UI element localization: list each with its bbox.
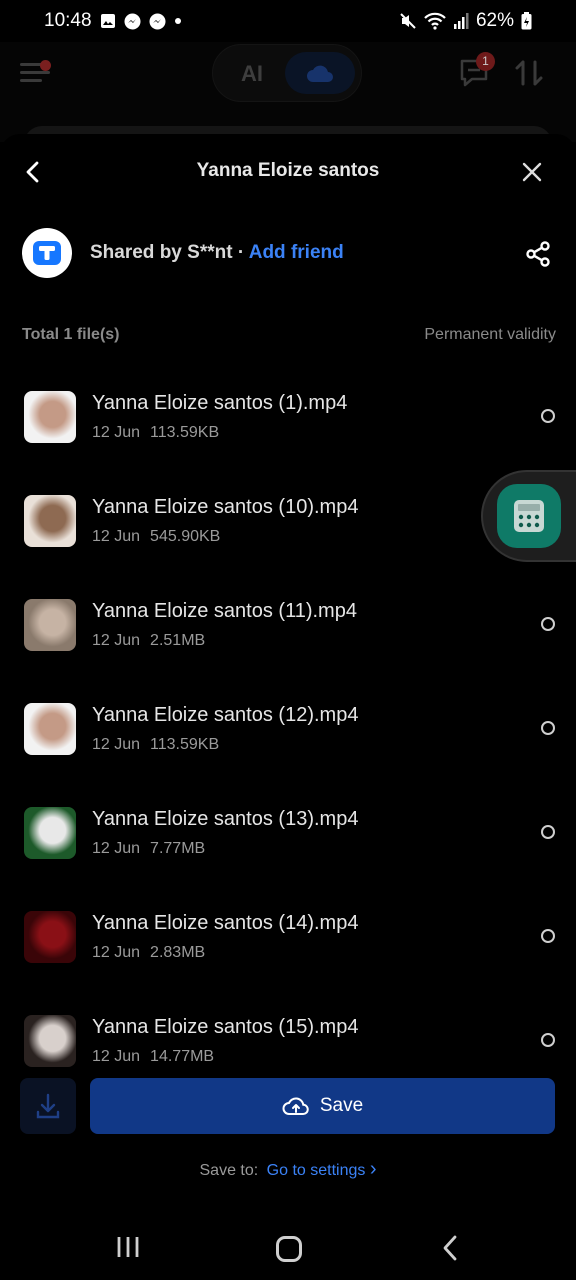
messenger-icon <box>149 13 166 29</box>
status-left: 10:48 <box>44 10 182 32</box>
save-button-label: Save <box>319 1095 364 1116</box>
select-radio[interactable] <box>541 617 555 631</box>
file-name: Yanna Eloize santos (15).mp4 <box>92 1016 359 1038</box>
select-radio[interactable] <box>541 721 555 735</box>
file-thumbnail <box>24 807 76 859</box>
file-meta: 12 Jun 2.83MB <box>92 944 205 962</box>
mode-toggle: AI <box>212 44 362 102</box>
floating-widget-button[interactable] <box>497 484 561 548</box>
home-icon[interactable] <box>276 1236 302 1262</box>
status-time: 10:48 <box>44 10 92 31</box>
chevron-right-icon: › <box>369 1158 377 1180</box>
notification-dot <box>40 60 51 71</box>
file-list: Yanna Eloize santos (1).mp4 12 Jun 113.59K… <box>0 364 576 1072</box>
file-date: 12 Jun <box>92 944 141 961</box>
file-thumbnail <box>24 703 76 755</box>
select-radio[interactable] <box>541 1033 555 1047</box>
file-meta: 12 Jun 7.77MB <box>92 840 205 858</box>
recents-icon[interactable] <box>116 1236 140 1258</box>
select-radio[interactable] <box>541 825 555 839</box>
file-meta: 12 Jun 2.51MB <box>92 632 205 650</box>
file-name: Yanna Eloize santos (13).mp4 <box>92 808 359 830</box>
file-date: 12 Jun <box>92 632 141 649</box>
file-size: 2.83MB <box>150 944 206 961</box>
nav-back-icon[interactable] <box>440 1234 460 1262</box>
download-icon <box>36 1093 60 1119</box>
file-size: 7.77MB <box>150 840 206 857</box>
file-meta: 12 Jun 545.90KB <box>92 528 220 546</box>
file-name: Yanna Eloize santos (14).mp4 <box>92 912 359 934</box>
file-date: 12 Jun <box>92 528 141 545</box>
file-thumbnail <box>24 599 76 651</box>
mode-cloud <box>285 52 355 94</box>
file-thumbnail <box>24 911 76 963</box>
go-to-settings-label: Go to settings <box>266 1162 366 1179</box>
file-date: 12 Jun <box>92 736 141 753</box>
file-row[interactable]: Yanna Eloize santos (14).mp4 12 Jun 2.83MB <box>0 884 576 988</box>
file-name: Yanna Eloize santos (12).mp4 <box>92 704 359 726</box>
sort-icon <box>515 60 543 86</box>
status-bar: 10:48 62% <box>0 0 576 42</box>
file-row[interactable]: Yanna Eloize santos (13).mp4 12 Jun 7.77MB <box>0 780 576 884</box>
signal-icon <box>453 13 469 29</box>
file-thumbnail <box>24 495 76 547</box>
system-nav-bar <box>0 1214 576 1280</box>
dot-icon <box>174 18 181 24</box>
status-right: 62% <box>399 10 532 32</box>
mute-icon <box>400 13 416 29</box>
file-size: 14.77MB <box>150 1048 215 1065</box>
battery-percent: 62% <box>475 10 514 31</box>
file-date: 12 Jun <box>92 840 141 857</box>
file-row[interactable]: Yanna Eloize santos (12).mp4 12 Jun 113.59… <box>0 676 576 780</box>
file-row[interactable]: Yanna Eloize santos (15).mp4 12 Jun 14.77M… <box>0 988 576 1072</box>
page-title: Yanna Eloize santos <box>196 160 380 181</box>
save-button[interactable]: Save <box>90 1078 555 1134</box>
battery-icon <box>521 12 532 30</box>
mode-ai-label: AI <box>241 61 263 86</box>
file-name: Yanna Eloize santos (11).mp4 <box>92 600 357 622</box>
app-logo-icon <box>33 241 61 265</box>
shared-by-label: Shared by S**nt <box>90 242 233 263</box>
file-name: Yanna Eloize santos (1).mp4 <box>92 392 348 414</box>
calculator-icon <box>514 500 544 532</box>
file-size: 113.59KB <box>150 736 220 753</box>
chat-badge: 1 <box>476 52 495 71</box>
file-thumbnail <box>24 391 76 443</box>
validity-label: Permanent validity <box>424 326 556 343</box>
save-to-label: Save to: <box>199 1162 259 1179</box>
shared-by-row: Shared by S**nt · Add friend <box>22 228 556 280</box>
file-date: 12 Jun <box>92 424 141 441</box>
file-meta: 12 Jun 113.59KB <box>92 424 219 442</box>
select-radio[interactable] <box>541 929 555 943</box>
file-row[interactable]: Yanna Eloize santos (11).mp4 12 Jun 2.51MB <box>0 572 576 676</box>
download-button[interactable] <box>20 1078 76 1134</box>
share-icon[interactable] <box>524 240 552 268</box>
file-meta: 12 Jun 113.59KB <box>92 736 219 754</box>
floating-widget[interactable] <box>481 470 576 562</box>
file-date: 12 Jun <box>92 1048 141 1065</box>
wifi-icon <box>424 12 446 30</box>
sharer-avatar <box>22 228 72 278</box>
separator: · <box>232 242 249 263</box>
save-to-row: Save to: Go to settings › <box>0 1158 576 1181</box>
add-friend-link[interactable]: Add friend <box>249 242 344 263</box>
cloud-icon <box>307 65 333 82</box>
close-icon[interactable] <box>518 158 546 186</box>
file-meta: 12 Jun 14.77MB <box>92 1048 214 1066</box>
file-row[interactable]: Yanna Eloize santos (1).mp4 12 Jun 113.59K… <box>0 364 576 468</box>
shared-by-text: Shared by S**nt · Add friend <box>90 242 344 264</box>
file-thumbnail <box>24 1015 76 1067</box>
gallery-icon <box>100 14 115 28</box>
file-name: Yanna Eloize santos (10).mp4 <box>92 496 359 518</box>
select-radio[interactable] <box>541 409 555 423</box>
file-size: 113.59KB <box>150 424 220 441</box>
cloud-upload-icon <box>282 1097 309 1115</box>
total-files-label: Total 1 file(s) <box>22 326 120 343</box>
messenger-icon <box>124 13 141 29</box>
go-to-settings-link[interactable]: Go to settings › <box>266 1158 377 1180</box>
file-size: 545.90KB <box>150 528 221 545</box>
file-size: 2.51MB <box>150 632 206 649</box>
